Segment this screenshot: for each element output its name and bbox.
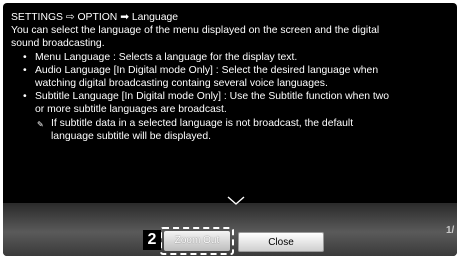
bullet-icon: •	[23, 64, 27, 76]
help-screen: SETTINGS ⇨ OPTION ➡ Language You can sel…	[3, 3, 457, 256]
list-item-text: Menu Language : Selects a language for t…	[35, 51, 298, 63]
zoom-out-button[interactable]: Zoom Out	[164, 231, 230, 251]
page-indicator: 1/	[446, 225, 455, 236]
note-text-line-1: If subtitle data in a selected language …	[51, 117, 354, 129]
list-item-text: Audio Language [In Digital mode Only] : …	[35, 64, 379, 76]
intro-text-line-1: You can select the language of the menu …	[11, 25, 380, 37]
breadcrumb-option: OPTION	[77, 12, 118, 23]
help-content: SETTINGS ⇨ OPTION ➡ Language You can sel…	[11, 11, 451, 143]
note-icon: ✎	[37, 119, 44, 129]
list-item-menu-language: • Menu Language : Selects a language for…	[23, 51, 451, 64]
breadcrumb-settings: SETTINGS	[11, 12, 63, 23]
close-button[interactable]: Close	[238, 232, 324, 252]
step-number-badge: 2	[143, 230, 161, 250]
breadcrumb: SETTINGS ⇨ OPTION ➡ Language	[11, 11, 451, 24]
list-item-subtitle-language: • Subtitle Language [In Digital mode Onl…	[23, 90, 451, 116]
bullet-icon: •	[23, 51, 27, 63]
subtitle-note: ✎ If subtitle data in a selected languag…	[11, 117, 451, 143]
list-item-audio-language: • Audio Language [In Digital mode Only] …	[23, 64, 451, 90]
chevron-down-icon[interactable]	[227, 196, 245, 206]
bullet-icon: •	[23, 91, 27, 103]
breadcrumb-language: Language	[131, 12, 179, 23]
list-item-text: or more subtitle languages are broadcast…	[35, 104, 227, 116]
breadcrumb-arrow-icon: ⇨	[65, 12, 75, 23]
list-item-text: Subtitle Language [In Digital mode Only]…	[35, 91, 390, 103]
list-item-text: watching digital broadcasting containg s…	[35, 78, 328, 90]
intro-text-line-2: sound broadcasting.	[11, 38, 105, 50]
note-text-line-2: language subtitle will be displayed.	[51, 130, 212, 142]
language-options-list: • Menu Language : Selects a language for…	[11, 51, 451, 117]
breadcrumb-arrow-icon: ➡	[120, 12, 129, 23]
